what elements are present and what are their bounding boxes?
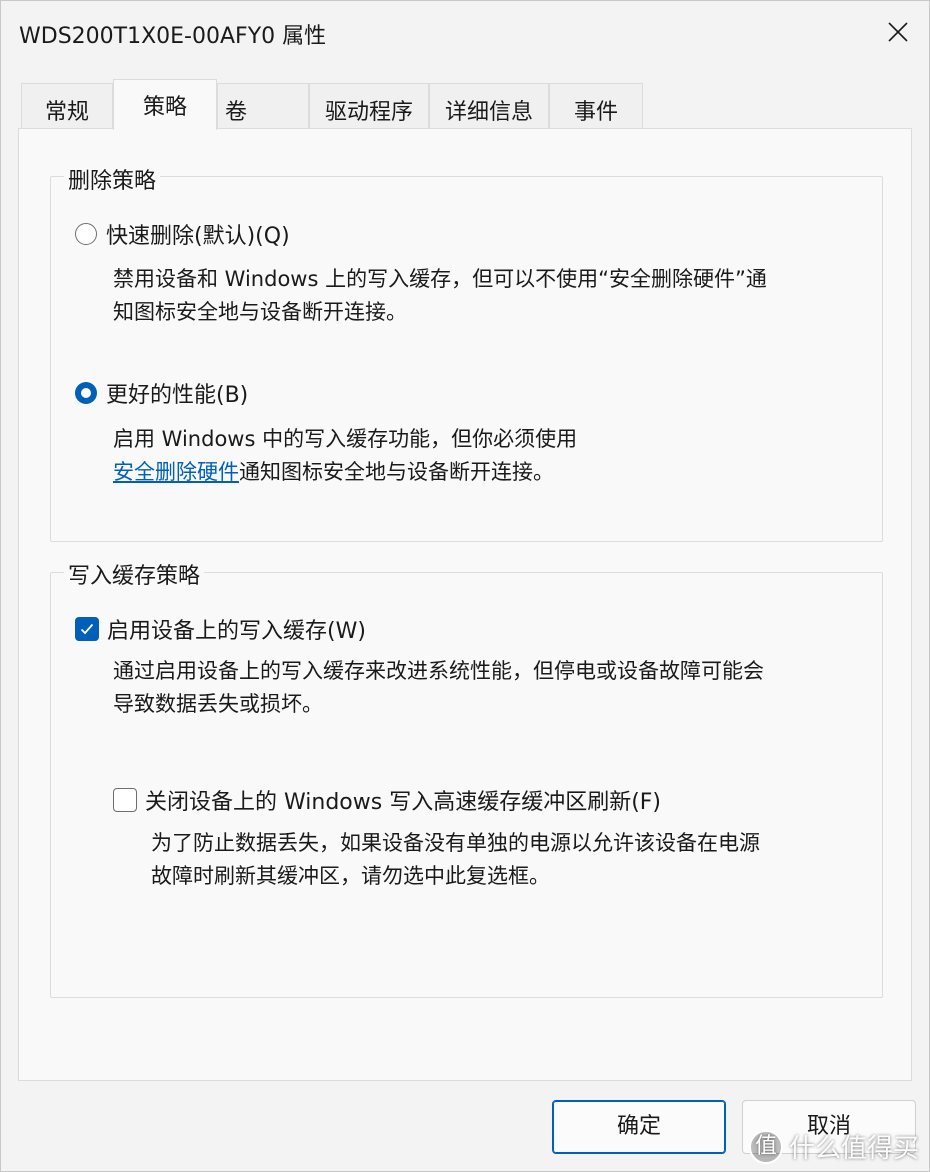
window-title: WDS200T1X0E-00AFY0 属性 bbox=[19, 24, 327, 49]
quick-removal-radio[interactable] bbox=[75, 223, 97, 245]
better-performance-radio[interactable] bbox=[75, 382, 97, 404]
tab-panel-policies: 删除策略 快速删除(默认)(Q) 禁用设备和 Windows 上的写入缓存，但可… bbox=[18, 128, 912, 1081]
removal-policy-title: 删除策略 bbox=[64, 163, 161, 195]
enable-write-cache-description: 通过启用设备上的写入缓存来改进系统性能，但停电或设备故障可能会 导致数据丢失或损… bbox=[113, 655, 764, 721]
quick-removal-label: 快速删除(默认)(Q) bbox=[106, 224, 290, 249]
turn-off-flushing-option[interactable]: 关闭设备上的 Windows 写入高速缓存缓冲区刷新(F) bbox=[113, 784, 661, 816]
quick-removal-description: 禁用设备和 Windows 上的写入缓存，但可以不使用“安全删除硬件”通 知图标… bbox=[113, 263, 767, 329]
enable-write-cache-desc-line2: 导致数据丢失或损坏。 bbox=[113, 692, 323, 716]
checkmark-icon bbox=[80, 623, 94, 635]
turn-off-flushing-desc-line1: 为了防止数据丢失，如果设备没有单独的电源以允许该设备在电源 bbox=[151, 831, 760, 855]
enable-write-cache-checkbox[interactable] bbox=[75, 617, 99, 641]
better-performance-description: 启用 Windows 中的写入缓存功能，但你必须使用 安全删除硬件通知图标安全地… bbox=[113, 423, 577, 489]
quick-removal-desc-line1: 禁用设备和 Windows 上的写入缓存，但可以不使用“安全删除硬件”通 bbox=[113, 267, 767, 291]
tab-events[interactable]: 事件 bbox=[549, 83, 643, 129]
quick-removal-option[interactable]: 快速删除(默认)(Q) bbox=[75, 218, 290, 250]
close-icon bbox=[888, 22, 908, 42]
watermark: 值 什么值得买 bbox=[748, 1128, 919, 1165]
better-performance-option[interactable]: 更好的性能(B) bbox=[75, 377, 248, 409]
tab-volumes[interactable]: 卷 bbox=[217, 83, 309, 129]
better-performance-desc-line1: 启用 Windows 中的写入缓存功能，但你必须使用 bbox=[113, 427, 578, 451]
turn-off-flushing-description: 为了防止数据丢失，如果设备没有单独的电源以允许该设备在电源 故障时刷新其缓冲区，… bbox=[151, 827, 760, 893]
watermark-text: 什么值得买 bbox=[788, 1134, 919, 1164]
enable-write-cache-label: 启用设备上的写入缓存(W) bbox=[107, 619, 366, 644]
turn-off-flushing-label: 关闭设备上的 Windows 写入高速缓存缓冲区刷新(F) bbox=[145, 790, 662, 815]
watermark-logo: 值 bbox=[748, 1129, 783, 1164]
ok-button[interactable]: 确定 bbox=[552, 1100, 726, 1154]
turn-off-flushing-checkbox[interactable] bbox=[113, 788, 137, 812]
enable-write-cache-desc-line1: 通过启用设备上的写入缓存来改进系统性能，但停电或设备故障可能会 bbox=[113, 659, 764, 683]
tab-policies[interactable]: 策略 bbox=[113, 79, 217, 130]
properties-dialog: WDS200T1X0E-00AFY0 属性 常规 策略 卷 驱动程序 详细信息 … bbox=[0, 0, 930, 1172]
tab-general[interactable]: 常规 bbox=[21, 83, 113, 129]
better-performance-desc-line2: 安全删除硬件通知图标安全地与设备断开连接。 bbox=[113, 456, 577, 489]
write-cache-policy-title: 写入缓存策略 bbox=[64, 558, 205, 590]
quick-removal-desc-line2: 知图标安全地与设备断开连接。 bbox=[113, 300, 407, 324]
safely-remove-hardware-link[interactable]: 安全删除硬件 bbox=[113, 460, 239, 484]
tab-details[interactable]: 详细信息 bbox=[429, 83, 549, 129]
title-bar: WDS200T1X0E-00AFY0 属性 bbox=[1, 1, 929, 63]
close-button[interactable] bbox=[867, 1, 929, 63]
better-performance-label: 更好的性能(B) bbox=[106, 383, 249, 408]
turn-off-flushing-desc-line2: 故障时刷新其缓冲区，请勿选中此复选框。 bbox=[151, 864, 550, 888]
enable-write-cache-option[interactable]: 启用设备上的写入缓存(W) bbox=[75, 613, 366, 645]
tab-driver[interactable]: 驱动程序 bbox=[309, 83, 429, 129]
better-performance-desc-rest: 通知图标安全地与设备断开连接。 bbox=[239, 460, 554, 484]
